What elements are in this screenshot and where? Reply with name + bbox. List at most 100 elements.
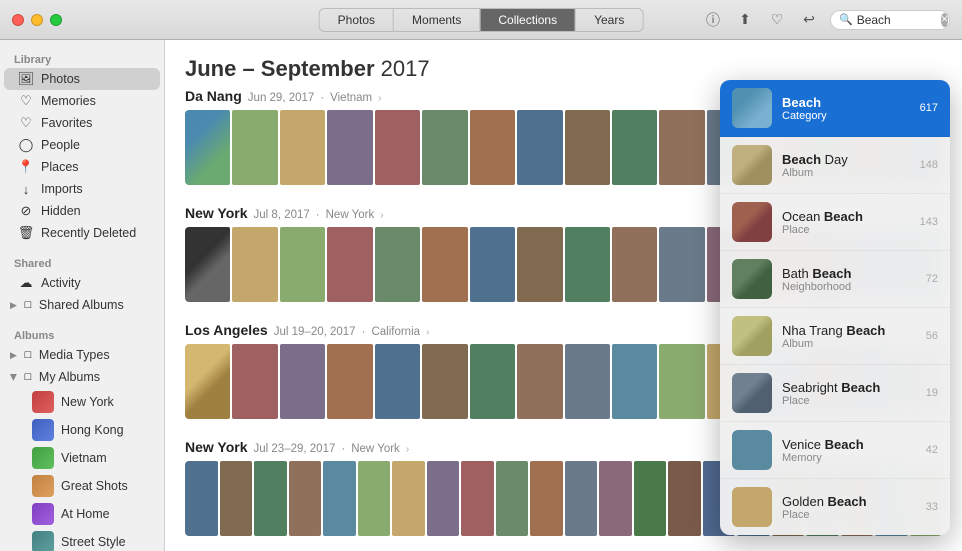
media-types-icon: □ [20, 347, 36, 363]
item-thumbnail [732, 202, 772, 242]
albums-section-label: Albums [0, 324, 164, 344]
dropdown-item-nha-trang[interactable]: Nha Trang Beach Album 56 [720, 308, 950, 365]
item-title: Ocean Beach [782, 209, 910, 224]
item-subtitle: Album [782, 167, 910, 179]
photo-thumb [232, 344, 277, 419]
photo-thumb [422, 227, 467, 302]
dropdown-item-venice-beach[interactable]: Venice Beach Memory 42 [720, 422, 950, 479]
item-count: 42 [926, 444, 938, 456]
photo-thumb [280, 227, 325, 302]
share-icon[interactable]: ⬆ [734, 9, 756, 31]
tab-photos[interactable]: Photos [319, 8, 393, 32]
sidebar-item-imports[interactable]: ↓ Imports [4, 178, 160, 200]
collection-location: New York [326, 209, 375, 221]
album-label: Great Shots [61, 479, 128, 493]
search-icon: 🔍 [839, 13, 853, 26]
rotate-icon[interactable]: ↩ [798, 9, 820, 31]
photo-thumb [565, 110, 610, 185]
photo-thumb [422, 110, 467, 185]
dropdown-item-ocean-beach[interactable]: Ocean Beach Place 143 [720, 194, 950, 251]
search-input[interactable] [857, 13, 937, 27]
photo-thumb [496, 461, 529, 536]
collection-name: New York [185, 439, 248, 455]
dropdown-item-golden-beach[interactable]: Golden Beach Place 33 [720, 479, 950, 535]
item-thumbnail [732, 430, 772, 470]
tab-collections[interactable]: Collections [479, 8, 575, 32]
media-types-expand[interactable]: ▶ □ Media Types [4, 344, 160, 366]
search-dropdown: Beach Category 617 Beach Day Album 148 O… [720, 80, 950, 535]
album-label: Street Style [61, 535, 126, 549]
dropdown-item-beach-category[interactable]: Beach Category 617 [720, 80, 950, 137]
item-count: 19 [926, 387, 938, 399]
heart-icon[interactable]: ♡ [766, 9, 788, 31]
album-label: Hong Kong [61, 423, 124, 437]
photo-thumb [232, 227, 277, 302]
my-albums-arrow: ▶ [8, 374, 19, 381]
item-thumbnail [732, 487, 772, 527]
sidebar-label-photos: Photos [41, 72, 80, 86]
item-count: 56 [926, 330, 938, 342]
sidebar-item-people[interactable]: ◯ People [4, 134, 160, 156]
sidebar-item-places[interactable]: 📍 Places [4, 156, 160, 178]
item-thumbnail [732, 316, 772, 356]
photo-thumb [254, 461, 287, 536]
sidebar-item-album-great-shots[interactable]: Great Shots [4, 472, 160, 500]
collection-arrow: › [378, 93, 381, 104]
photo-thumb [375, 344, 420, 419]
minimize-button[interactable] [31, 14, 43, 26]
album-thumbnail [32, 503, 54, 525]
sidebar-item-activity[interactable]: ☁ Activity [4, 272, 160, 294]
item-count: 143 [920, 216, 938, 228]
collection-name: Da Nang [185, 88, 242, 104]
album-thumbnail [32, 419, 54, 441]
collection-name: Los Angeles [185, 322, 268, 338]
dropdown-item-beach-day[interactable]: Beach Day Album 148 [720, 137, 950, 194]
photo-thumb [517, 344, 562, 419]
album-thumbnail [32, 447, 54, 469]
photos-icon: 🖼 [18, 71, 34, 87]
sidebar-item-hidden[interactable]: ⊘ Hidden [4, 200, 160, 222]
sidebar-item-photos[interactable]: 🖼 Photos [4, 68, 160, 90]
sidebar-label-favorites: Favorites [41, 116, 92, 130]
photo-thumb [185, 344, 230, 419]
item-title: Beach [782, 95, 910, 110]
item-info: Beach Category [782, 95, 910, 122]
nav-tabs: PhotosMomentsCollectionsYears [319, 8, 644, 32]
sidebar-item-album-street-style[interactable]: Street Style [4, 528, 160, 551]
sidebar-item-album-at-home[interactable]: At Home [4, 500, 160, 528]
sidebar-item-album-vietnam[interactable]: Vietnam [4, 444, 160, 472]
tab-moments[interactable]: Moments [393, 8, 479, 32]
item-thumbnail [732, 145, 772, 185]
dropdown-item-seabright[interactable]: Seabright Beach Place 19 [720, 365, 950, 422]
photo-thumb [185, 461, 218, 536]
photo-thumb [327, 227, 372, 302]
tab-years[interactable]: Years [575, 8, 643, 32]
dropdown-item-bath-beach[interactable]: Bath Beach Neighborhood 72 [720, 251, 950, 308]
main-layout: Library 🖼 Photos ♡ Memories ♡ Favorites … [0, 40, 962, 551]
photo-thumb [392, 461, 425, 536]
collection-arrow: › [380, 210, 383, 221]
sidebar-item-album-new-york[interactable]: New York [4, 388, 160, 416]
item-info: Ocean Beach Place [782, 209, 910, 236]
close-button[interactable] [12, 14, 24, 26]
sidebar-item-recently-deleted[interactable]: 🗑 Recently Deleted [4, 222, 160, 244]
shared-albums-expand[interactable]: ▶ □ Shared Albums [4, 294, 160, 316]
album-label: New York [61, 395, 114, 409]
sidebar-item-album-hong-kong[interactable]: Hong Kong [4, 416, 160, 444]
content-area: June – September 2017 Da Nang Jun 29, 20… [165, 40, 962, 551]
maximize-button[interactable] [50, 14, 62, 26]
item-title-highlight: Beach [825, 437, 864, 452]
info-icon[interactable]: ⓘ [702, 9, 724, 31]
photo-thumb [612, 344, 657, 419]
sidebar-item-favorites[interactable]: ♡ Favorites [4, 112, 160, 134]
item-subtitle: Memory [782, 452, 916, 464]
activity-icon: ☁ [18, 275, 34, 291]
item-count: 33 [926, 501, 938, 513]
sidebar-item-memories[interactable]: ♡ Memories [4, 90, 160, 112]
photo-thumb [422, 344, 467, 419]
search-clear-button[interactable]: ✕ [941, 13, 949, 27]
item-title-highlight: Beach [782, 152, 821, 167]
item-title-highlight: Beach [824, 209, 863, 224]
item-thumbnail [732, 259, 772, 299]
my-albums-expand[interactable]: ▶ □ My Albums [4, 366, 160, 388]
